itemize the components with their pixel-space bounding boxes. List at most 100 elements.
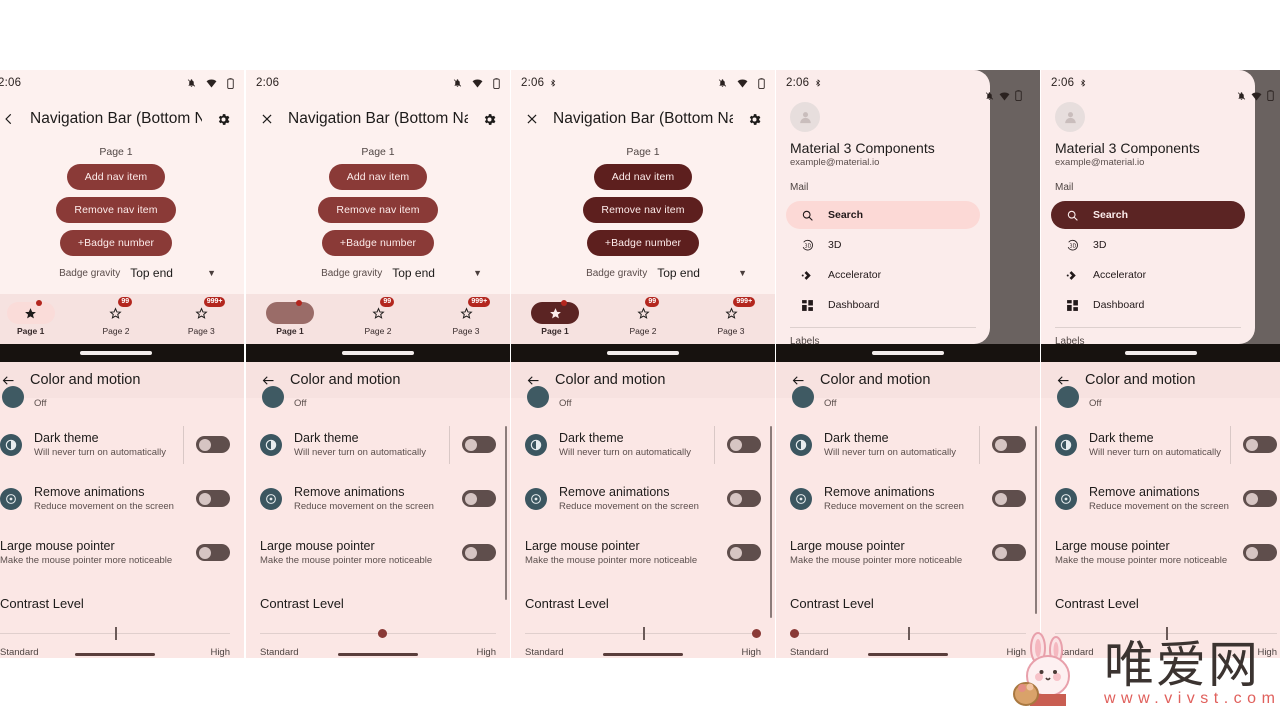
setting-row-large-mouse-pointer[interactable]: Large mouse pointer Make the mouse point… [525,526,761,580]
dark-theme-toggle[interactable] [196,436,230,454]
nav-item-page-2[interactable]: 99 Page 2 [73,297,158,336]
slider-thumb[interactable] [378,628,387,638]
nav-item-page-3[interactable]: 999+ Page 3 [687,297,775,336]
nav-item-page-3[interactable]: 999+ Page 3 [422,297,510,336]
setting-row-large-mouse-pointer[interactable]: Large mouse pointer Make the mouse point… [790,526,1026,580]
setting-row-dark-theme[interactable]: Dark theme Will never turn on automatica… [1055,418,1277,472]
partial-setting-row[interactable]: Off [0,386,230,418]
gesture-pill [338,652,418,656]
nav-label-2: Page 2 [102,326,130,336]
badge-gravity-row[interactable]: Badge gravity Top end ▼ [246,266,510,280]
setting-row-remove-animations[interactable]: Remove animations Reduce movement on the… [1055,472,1277,526]
close-icon[interactable] [256,108,278,130]
gear-icon[interactable] [478,108,500,130]
add-nav-item-button[interactable]: Add nav item [66,164,166,190]
setting-title: Dark theme [34,431,99,445]
setting-row-dark-theme[interactable]: Dark theme Will never turn on automatica… [525,418,761,472]
gesture-bar-2[interactable] [246,344,510,362]
gesture-bar-s4[interactable] [776,652,1040,656]
drawer-item-dashboard[interactable]: Dashboard [1051,291,1245,319]
add-nav-item-button[interactable]: Add nav item [328,164,428,190]
partial-setting-row[interactable]: Off [1055,386,1277,418]
nav-item-page-1[interactable]: Page 1 [511,300,599,336]
setting-row-remove-animations[interactable]: Remove animations Reduce movement on the… [260,472,496,526]
setting-row-remove-animations[interactable]: Remove animations Reduce movement on the… [0,472,230,526]
badge-gravity-row[interactable]: Badge gravity Top end ▼ [511,266,775,280]
add-nav-item-button[interactable]: Add nav item [593,164,693,190]
gesture-bar-s2[interactable] [246,652,510,656]
back-icon[interactable] [0,108,20,130]
gear-icon[interactable] [212,108,234,130]
slider-thumb[interactable] [752,628,761,638]
badge-gravity-row[interactable]: Badge gravity Top end ▼ [0,266,244,280]
drawer-item-3d[interactable]: 3D 3D [786,231,980,259]
remove-nav-item-button[interactable]: Remove nav item [318,197,438,223]
gesture-bar-5[interactable] [1041,344,1280,362]
drawer-item-3d[interactable]: 3D 3D [1051,231,1245,259]
nav-item-page-1[interactable]: Page 1 [246,300,334,336]
vertical-scrollbar[interactable] [770,426,772,618]
close-icon[interactable] [521,108,543,130]
gesture-bar-s3[interactable] [511,652,775,656]
setting-row-remove-animations[interactable]: Remove animations Reduce movement on the… [790,472,1026,526]
contrast-slider-4[interactable] [790,621,1026,647]
nav-item-page-2[interactable]: 99 Page 2 [334,297,422,336]
partial-setting-row[interactable]: Off [260,386,496,418]
contrast-slider-2[interactable] [260,621,496,647]
vertical-scrollbar[interactable] [1035,426,1037,614]
chevron-down-icon[interactable]: ▼ [738,268,747,278]
slider-thumb[interactable] [790,628,799,638]
large-mouse-pointer-toggle[interactable] [1243,544,1277,562]
badge-number-button[interactable]: +Badge number [59,230,173,256]
nav-item-page-1[interactable]: Page 1 [0,300,73,336]
remove-animations-toggle[interactable] [992,490,1026,508]
nav-item-page-3[interactable]: 999+ Page 3 [159,297,244,336]
large-mouse-pointer-toggle[interactable] [992,544,1026,562]
gesture-bar-1[interactable] [0,344,244,362]
partial-setting-row[interactable]: Off [525,386,761,418]
large-mouse-pointer-toggle[interactable] [727,544,761,562]
remove-animations-toggle[interactable] [1243,490,1277,508]
remove-nav-item-button[interactable]: Remove nav item [583,197,703,223]
avatar[interactable] [790,102,820,132]
vertical-scrollbar[interactable] [505,426,507,600]
large-mouse-pointer-toggle[interactable] [196,544,230,562]
dark-theme-toggle[interactable] [992,436,1026,454]
setting-row-large-mouse-pointer[interactable]: Large mouse pointer Make the mouse point… [260,526,496,580]
partial-setting-icon [792,386,814,408]
setting-row-dark-theme[interactable]: Dark theme Will never turn on automatica… [260,418,496,472]
gesture-bar-3[interactable] [511,344,775,362]
drawer-item-search[interactable]: Search [786,201,980,229]
chevron-down-icon[interactable]: ▼ [473,268,482,278]
remove-animations-toggle[interactable] [727,490,761,508]
drawer-item-dashboard[interactable]: Dashboard [786,291,980,319]
nav-item-page-2[interactable]: 99 Page 2 [599,297,687,336]
chevron-down-icon[interactable]: ▼ [207,268,216,278]
remove-animations-toggle[interactable] [196,490,230,508]
contrast-slider-3[interactable] [525,621,761,647]
gesture-bar-4[interactable] [776,344,1040,362]
avatar[interactable] [1055,102,1085,132]
drawer-item-search[interactable]: Search [1051,201,1245,229]
contrast-slider-1[interactable] [0,621,230,647]
partial-setting-row[interactable]: Off [790,386,1026,418]
dark-theme-toggle[interactable] [727,436,761,454]
gesture-bar-s1[interactable] [0,652,244,656]
drawer-item-accelerator[interactable]: Accelerator [1051,261,1245,289]
toggle-knob [729,492,742,505]
setting-row-dark-theme[interactable]: Dark theme Will never turn on automatica… [790,418,1026,472]
badge-number-button[interactable]: +Badge number [321,230,435,256]
remove-animations-toggle[interactable] [462,490,496,508]
badge-number-button[interactable]: +Badge number [586,230,700,256]
setting-row-large-mouse-pointer[interactable]: Large mouse pointer Make the mouse point… [0,526,230,580]
remove-nav-item-button[interactable]: Remove nav item [56,197,176,223]
setting-row-remove-animations[interactable]: Remove animations Reduce movement on the… [525,472,761,526]
gear-icon[interactable] [743,108,765,130]
setting-row-large-mouse-pointer[interactable]: Large mouse pointer Make the mouse point… [1055,526,1277,580]
toggle-knob [198,492,211,505]
large-mouse-pointer-toggle[interactable] [462,544,496,562]
setting-row-dark-theme[interactable]: Dark theme Will never turn on automatica… [0,418,230,472]
dark-theme-toggle[interactable] [462,436,496,454]
dark-theme-toggle[interactable] [1243,436,1277,454]
drawer-item-accelerator[interactable]: Accelerator [786,261,980,289]
